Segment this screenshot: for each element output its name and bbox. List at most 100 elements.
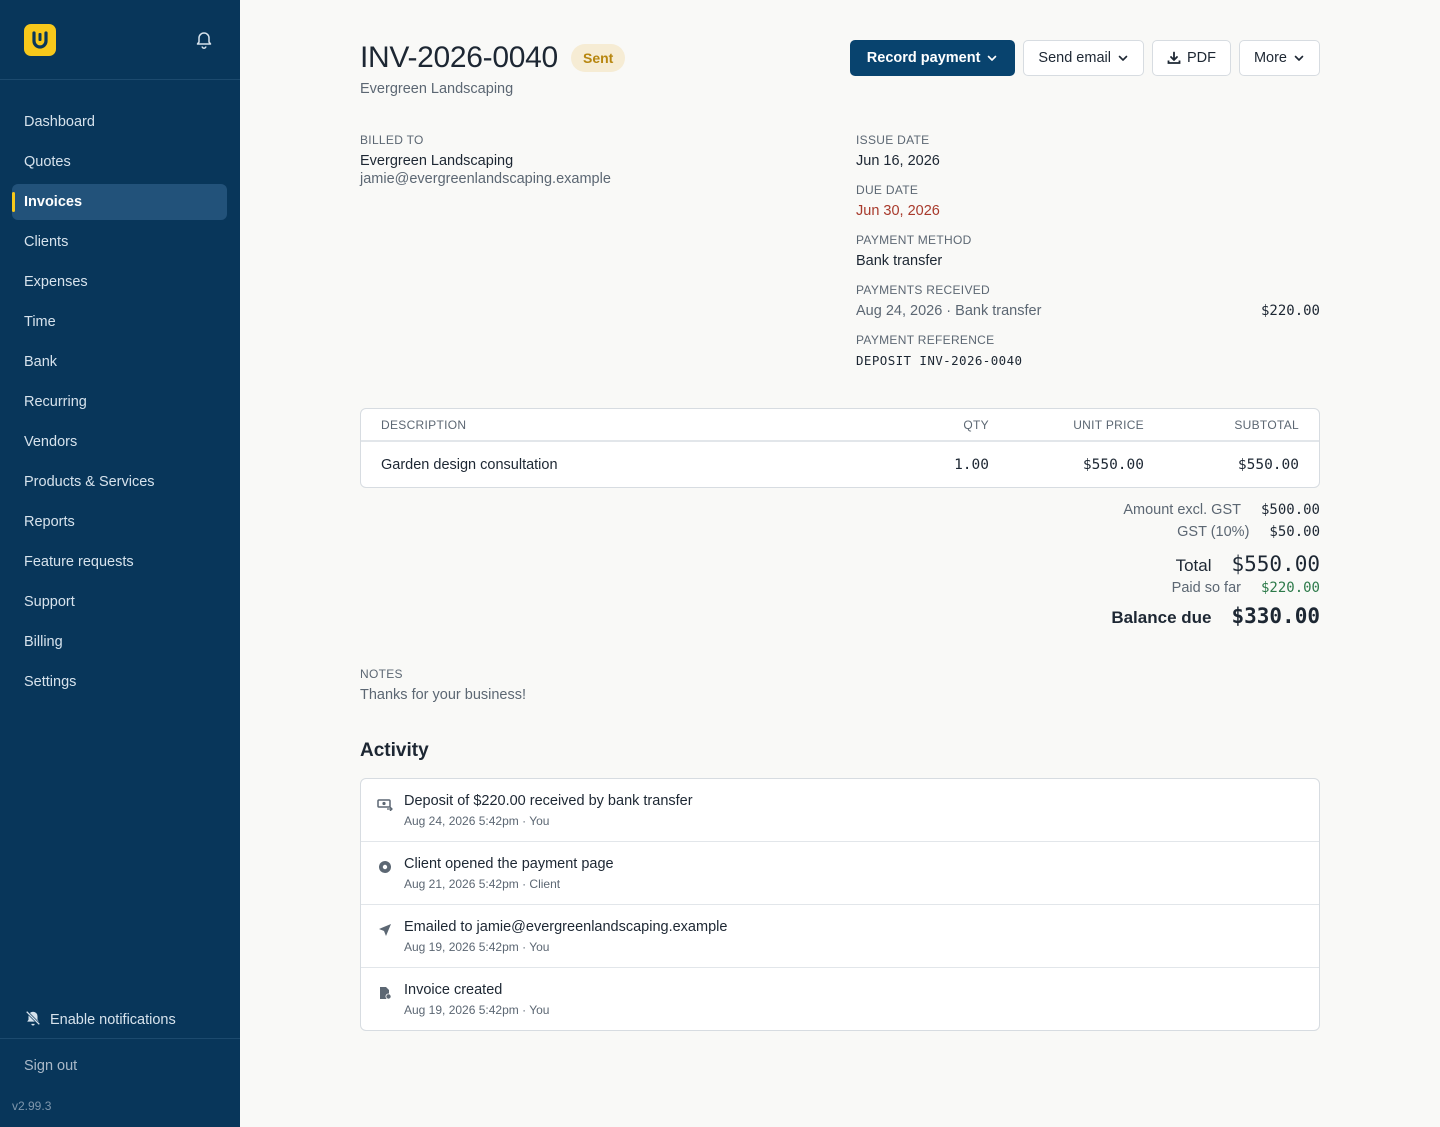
record-payment-button[interactable]: Record payment (849, 40, 1016, 76)
sidebar-item-label: Expenses (24, 274, 88, 290)
column-header-description: DESCRIPTION (381, 417, 467, 432)
status-badge: Sent (571, 44, 626, 72)
record-payment-label: Record payment (866, 50, 981, 66)
payment-entry-amount: $220.00 (1260, 303, 1320, 319)
item-qty: 1.00 (954, 456, 989, 473)
more-label: More (1253, 50, 1287, 66)
line-items-table: DESCRIPTION QTY UNIT PRICE SUBTOTAL Gard… (360, 408, 1320, 488)
paid-so-far-label: Paid so far (1171, 580, 1241, 596)
sidebar-item-label: Billing (24, 634, 63, 650)
activity-list: Deposit of $220.00 received by bank tran… (360, 778, 1320, 1031)
balance-due-row: Balance due $330.00 (900, 604, 1320, 628)
more-button[interactable]: More (1238, 40, 1320, 76)
sidebar-item-label: Time (24, 314, 56, 330)
total-value: $550.00 (1231, 552, 1320, 576)
list-item: Client opened the payment page Aug 21, 2… (361, 842, 1319, 905)
app-logo-icon[interactable] (24, 24, 56, 56)
payment-reference-label: PAYMENT REFERENCE (856, 333, 995, 347)
table-header: DESCRIPTION QTY UNIT PRICE SUBTOTAL (361, 409, 1319, 442)
activity-meta: Aug 19, 2026 5:42pm · You (404, 1003, 550, 1017)
payment-icon (377, 796, 393, 812)
due-date-block: DUE DATE Jun 30, 2026 (856, 183, 1320, 219)
total-row: Total $550.00 (900, 552, 1320, 576)
sidebar-item-recurring[interactable]: Recurring (12, 384, 227, 420)
sidebar-item-label: Vendors (24, 434, 78, 450)
due-date-label: DUE DATE (856, 183, 919, 197)
payment-method-label: PAYMENT METHOD (856, 233, 972, 247)
sidebar-item-label: Settings (24, 674, 77, 690)
sign-out-link[interactable]: Sign out (24, 1058, 77, 1074)
amount-excl-gst-value: $500.00 (1260, 502, 1320, 518)
activity-meta: Aug 21, 2026 5:42pm · Client (404, 877, 561, 891)
sidebar-item-products-services[interactable]: Products & Services (12, 464, 227, 500)
payment-method-value: Bank transfer (856, 253, 943, 269)
payments-received-label: PAYMENTS RECEIVED (856, 283, 991, 297)
sidebar-item-reports[interactable]: Reports (12, 504, 227, 540)
item-description: Garden design consultation (381, 456, 558, 473)
sidebar-item-bank[interactable]: Bank (12, 344, 227, 380)
billed-to-name: Evergreen Landscaping (360, 153, 514, 169)
sidebar-item-clients[interactable]: Clients (12, 224, 227, 260)
gst-value: $50.00 (1269, 524, 1320, 540)
sidebar-item-dashboard[interactable]: Dashboard (12, 104, 227, 140)
sidebar-item-billing[interactable]: Billing (12, 624, 227, 660)
sidebar-item-label: Support (24, 594, 75, 610)
pdf-button[interactable]: PDF (1151, 40, 1231, 76)
chevron-down-icon (986, 52, 998, 64)
bell-icon[interactable] (194, 30, 214, 50)
download-icon (1167, 51, 1181, 65)
activity-title: Activity (360, 740, 429, 761)
send-email-label: Send email (1038, 50, 1111, 66)
billed-to-section: BILLED TO Evergreen Landscaping jamie@ev… (360, 133, 611, 187)
enable-notifications-label: Enable notifications (50, 1012, 176, 1028)
payments-received-block: PAYMENTS RECEIVED Aug 24, 2026 · Bank tr… (856, 283, 1320, 319)
client-subtitle: Evergreen Landscaping (360, 81, 514, 97)
payment-reference-value: DEPOSIT INV-2026-0040 (856, 353, 1023, 368)
payment-reference-block: PAYMENT REFERENCE DEPOSIT INV-2026-0040 (856, 333, 1320, 368)
send-icon (377, 922, 393, 938)
sidebar-item-quotes[interactable]: Quotes (12, 144, 227, 180)
sidebar-header (0, 0, 240, 80)
billed-to-email: jamie@evergreenlandscaping.example (360, 171, 611, 187)
sidebar-item-label: Dashboard (24, 114, 95, 130)
sidebar-item-vendors[interactable]: Vendors (12, 424, 227, 460)
due-date-value: Jun 30, 2026 (856, 203, 940, 219)
sidebar-item-expenses[interactable]: Expenses (12, 264, 227, 300)
pdf-label: PDF (1186, 50, 1216, 66)
activity-text: Client opened the payment page (404, 856, 614, 872)
balance-due-value: $330.00 (1231, 604, 1320, 628)
sidebar-item-feature-requests[interactable]: Feature requests (12, 544, 227, 580)
notes-label: NOTES (360, 667, 403, 681)
sidebar-item-label: Reports (24, 514, 75, 530)
eye-icon (377, 859, 393, 875)
list-item: Emailed to jamie@evergreenlandscaping.ex… (361, 905, 1319, 968)
item-unit-price: $550.00 (1082, 456, 1144, 473)
sidebar-item-time[interactable]: Time (12, 304, 227, 340)
sidebar-item-label: Bank (24, 354, 58, 370)
list-item: Deposit of $220.00 received by bank tran… (361, 779, 1319, 842)
billed-to-label: BILLED TO (360, 133, 424, 147)
sidebar-item-support[interactable]: Support (12, 584, 227, 620)
notes-section: NOTES Thanks for your business! (360, 667, 526, 703)
invoice-actions: Record payment Send email PDF More (849, 40, 1320, 76)
app-version: v2.99.3 (12, 1099, 52, 1113)
total-label: Total (1175, 556, 1212, 575)
amount-excl-gst-row: Amount excl. GST $500.00 (900, 502, 1320, 518)
activity-meta: Aug 19, 2026 5:42pm · You (404, 940, 550, 954)
bell-off-icon (24, 1009, 42, 1031)
sidebar-item-settings[interactable]: Settings (12, 664, 227, 700)
payment-method-block: PAYMENT METHOD Bank transfer (856, 233, 1320, 269)
send-email-button[interactable]: Send email (1023, 40, 1144, 76)
list-item: Invoice created Aug 19, 2026 5:42pm · Yo… (361, 968, 1319, 1030)
activity-text: Deposit of $220.00 received by bank tran… (404, 793, 693, 809)
activity-text: Emailed to jamie@evergreenlandscaping.ex… (404, 919, 728, 935)
sidebar-item-label: Feature requests (24, 554, 134, 570)
column-header-unit-price: UNIT PRICE (1073, 417, 1144, 432)
sidebar-nav: Dashboard Quotes Invoices Clients Expens… (12, 104, 227, 704)
gst-label: GST (10%) (1177, 524, 1250, 540)
chevron-down-icon (1117, 52, 1129, 64)
page-title: INV-2026-0040 (360, 41, 558, 74)
enable-notifications-button[interactable]: Enable notifications (24, 1008, 176, 1032)
sidebar: Dashboard Quotes Invoices Clients Expens… (0, 0, 240, 1127)
sidebar-item-invoices[interactable]: Invoices (12, 184, 227, 220)
